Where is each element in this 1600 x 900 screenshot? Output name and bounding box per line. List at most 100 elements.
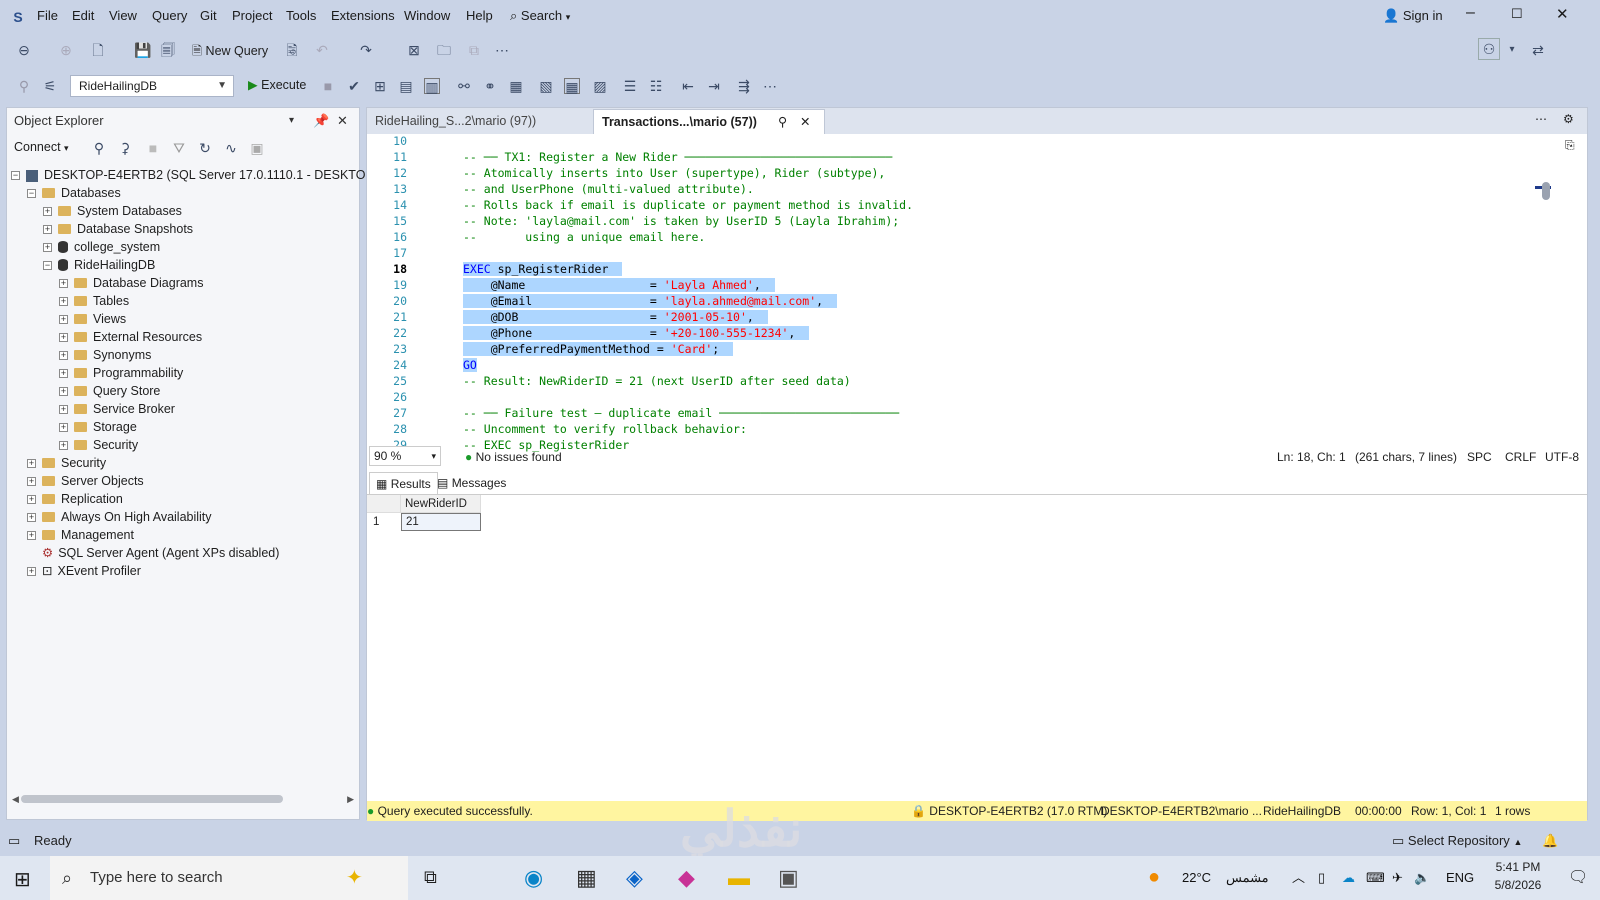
disconnect-icon[interactable]: ⚳ — [117, 140, 133, 156]
forward-icon[interactable]: ⊕ — [58, 42, 74, 58]
copilot-icon[interactable]: ⚇ — [1478, 38, 1500, 60]
tree-node-security[interactable]: + Security — [27, 454, 106, 472]
tree-node-service-broker[interactable]: + Service Broker — [59, 400, 175, 418]
more-icon[interactable]: ⋯ — [1535, 112, 1547, 126]
chevron-up-icon[interactable]: ︿ — [1292, 856, 1305, 900]
comment-icon[interactable]: ☰ — [622, 78, 638, 94]
tree-node-college-system[interactable]: + college_system — [43, 238, 160, 256]
edge-icon[interactable]: ◉ — [524, 865, 543, 891]
window-icon[interactable]: ⧉ — [466, 42, 482, 58]
results-to-grid-icon[interactable]: ▦ — [564, 78, 580, 95]
clock-date[interactable]: 5/8/2026 — [1486, 878, 1550, 892]
output-icon[interactable]: ▭ — [8, 826, 20, 856]
encoding[interactable]: UTF-8 — [1545, 446, 1579, 468]
tree-node-synonyms[interactable]: + Synonyms — [59, 346, 151, 364]
windows-start-icon[interactable]: ⊞ — [14, 867, 31, 892]
save-icon[interactable]: 💾 — [134, 42, 151, 58]
connect-plug-icon[interactable]: ⚲ — [91, 140, 107, 156]
save-all-icon[interactable]: 🗐 — [160, 42, 176, 58]
maximize-button[interactable]: ☐ — [1511, 6, 1523, 22]
tree-node-management[interactable]: + Management — [27, 526, 134, 544]
execute-button[interactable]: ▶ Execute — [248, 77, 306, 92]
settings-icon[interactable]: ⚙ — [1563, 112, 1574, 126]
tab-messages[interactable]: ▤ Messages — [431, 472, 512, 494]
stop-icon[interactable]: ■ — [320, 78, 336, 94]
tree-node-ridehailingdb[interactable]: − RideHailingDB — [43, 256, 155, 274]
code-editor[interactable]: 10 11 12 13 14 15 16 17 18 19 20 21 22 2… — [367, 134, 1567, 452]
onedrive-icon[interactable]: ☁ — [1342, 856, 1355, 900]
menu-file[interactable]: File — [37, 8, 58, 23]
results-to-text-icon[interactable]: ▧ — [538, 78, 554, 94]
tab-results[interactable]: ▦ Results — [369, 472, 438, 494]
select-repository-button[interactable]: ▭ Select Repository ▲ — [1392, 826, 1522, 857]
tree-node-external-resources[interactable]: + External Resources — [59, 328, 202, 346]
split-icon[interactable]: ⎘ — [1565, 138, 1575, 153]
notification-bell-icon[interactable]: 🔔 — [1542, 826, 1558, 856]
activity-icon[interactable]: ⊠ — [406, 42, 422, 58]
pin-icon[interactable]: 📌 — [313, 108, 329, 134]
tree-node-db-security[interactable]: + Security — [59, 436, 138, 454]
search-menu[interactable]: ⌕ Search ▾ — [510, 8, 570, 24]
line-ending[interactable]: CRLF — [1505, 446, 1536, 468]
taskbar-search[interactable]: ⌕ Type here to search ✦ — [50, 856, 408, 900]
menu-window[interactable]: Window — [404, 8, 450, 23]
back-icon[interactable]: ⊖ — [16, 42, 32, 58]
sign-in-button[interactable]: 👤 Sign in — [1383, 8, 1443, 24]
tree-node-storage[interactable]: + Storage — [59, 418, 137, 436]
client-stats-icon[interactable]: ▦ — [508, 78, 524, 94]
parse-icon[interactable]: ✔ — [346, 78, 362, 94]
open-folder-icon[interactable]: 🗀 — [436, 42, 452, 58]
close-window-button[interactable]: ✕ — [1556, 5, 1569, 23]
task-view-icon[interactable]: ⧉ — [424, 867, 437, 888]
column-header[interactable]: NewRiderID — [401, 495, 481, 513]
tree-node-system-databases[interactable]: + System Databases — [43, 202, 182, 220]
menu-help[interactable]: Help — [466, 8, 493, 23]
scroll-left-icon[interactable]: ◀ — [12, 794, 19, 805]
menu-tools[interactable]: Tools — [286, 8, 316, 23]
results-to-file-icon[interactable]: ▥ — [424, 78, 440, 95]
query-options-icon[interactable]: ▤ — [398, 78, 414, 94]
tree-node-views[interactable]: + Views — [59, 310, 126, 328]
issues-indicator[interactable]: ● No issues found — [465, 446, 562, 468]
weather-condition[interactable]: مشمس — [1226, 856, 1269, 900]
uncomment-icon[interactable]: ☷ — [648, 78, 664, 94]
tree-node-always-on[interactable]: + Always On High Availability — [27, 508, 212, 526]
weather-temp[interactable]: 22°C — [1182, 856, 1211, 900]
minimize-button[interactable]: – — [1466, 4, 1475, 22]
live-stats-icon[interactable]: ⚭ — [482, 78, 498, 94]
outlook-icon[interactable]: ◈ — [626, 865, 643, 891]
volume-icon[interactable]: 🔈 — [1414, 856, 1430, 900]
tree-node-database-diagrams[interactable]: + Database Diagrams — [59, 274, 203, 292]
input-icon[interactable]: ⌨ — [1366, 856, 1385, 900]
tree-node-server[interactable]: − DESKTOP-E4ERTB2 (SQL Server 17.0.1110.1… — [11, 166, 393, 184]
menu-project[interactable]: Project — [232, 8, 272, 23]
weather-icon[interactable]: ● — [1148, 866, 1160, 889]
chevron-down-icon[interactable]: ▾ — [289, 108, 294, 134]
menu-view[interactable]: View — [109, 8, 137, 23]
menu-git[interactable]: Git — [200, 8, 217, 23]
scroll-right-icon[interactable]: ▶ — [347, 794, 354, 805]
menu-query[interactable]: Query — [152, 8, 187, 23]
tree-node-server-objects[interactable]: + Server Objects — [27, 472, 144, 490]
redo-icon[interactable]: ↷ — [358, 42, 374, 58]
activity-monitor-icon[interactable]: ∿ — [223, 140, 239, 156]
spacing-mode[interactable]: SPC — [1467, 446, 1492, 468]
menu-edit[interactable]: Edit — [72, 8, 94, 23]
plan-icon[interactable]: ⊞ — [372, 78, 388, 94]
include-plan-icon[interactable]: ⚯ — [456, 78, 472, 94]
results-to-file2-icon[interactable]: ▨ — [592, 78, 608, 94]
outdent-icon[interactable]: ⇤ — [680, 78, 696, 94]
airplane-icon[interactable]: ✈ — [1392, 856, 1403, 900]
zoom-selector[interactable]: 90 % ▾ — [369, 446, 441, 466]
indent-icon[interactable]: ⇥ — [706, 78, 722, 94]
device-icon[interactable]: ▯ — [1318, 856, 1325, 900]
query-icon[interactable]: 🗟 — [284, 42, 300, 58]
specify-values-icon[interactable]: ⇶ — [736, 78, 752, 94]
tree-node-xevent-profiler[interactable]: + ⊡ XEvent Profiler — [27, 562, 141, 580]
grid-cell[interactable]: 21 — [401, 513, 481, 531]
change-connection-icon[interactable]: ⚟ — [42, 78, 58, 94]
summary-icon[interactable]: ▣ — [249, 140, 265, 156]
file-explorer-icon[interactable]: ▬ — [728, 865, 750, 891]
tab-transactions[interactable]: Transactions...\mario (57)) ⚲ ✕ — [593, 109, 825, 134]
language-indicator[interactable]: ENG — [1446, 856, 1474, 900]
